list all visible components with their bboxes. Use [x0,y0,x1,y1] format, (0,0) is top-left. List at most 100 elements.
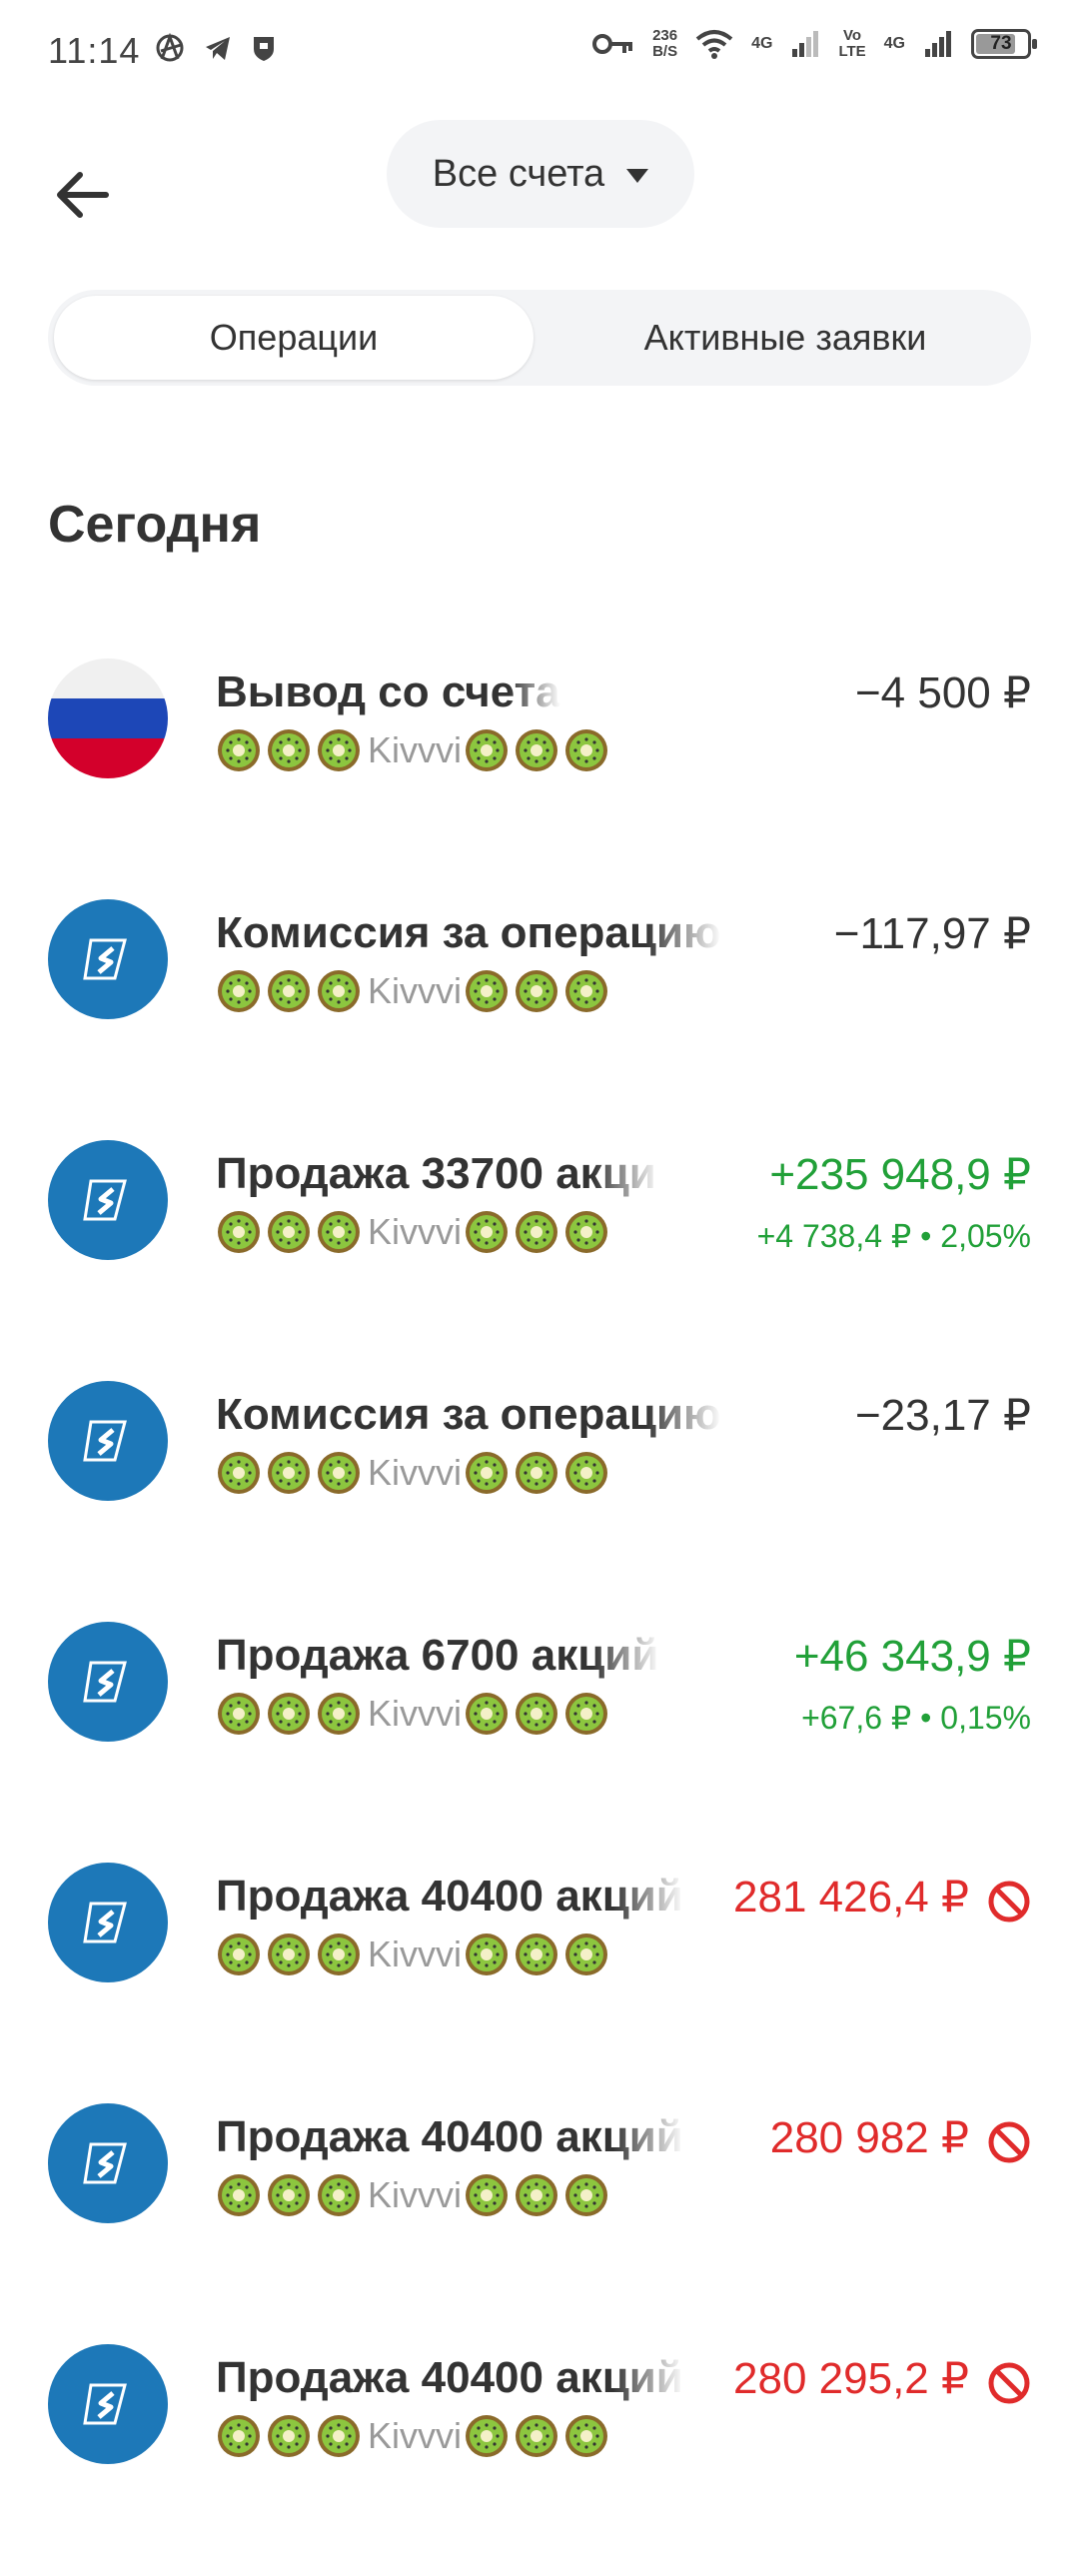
operation-amount: 280 982 ₽ [769,2113,969,2162]
operation-account: Kivvvi [216,1932,613,1977]
operation-account: Kivvvi [216,2413,613,2459]
operation-amount: 280 295,2 ₽ [733,2354,969,2403]
kiwi-emoji-icon [514,1932,559,1977]
kiwi-emoji-icon [266,2172,312,2218]
operation-account: Kivvvi [216,727,613,773]
tab-operations[interactable]: Операции [54,296,534,380]
section-title: Сегодня [48,496,262,554]
company-logo-icon [48,899,168,1019]
operations-list: Вывод со счета Kivvvi −4 500 ₽ Комиссия за … [0,649,1079,2576]
arrow-left-icon [57,172,109,218]
kiwi-emoji-icon [316,1932,362,1977]
operation-title: Продажа 6700 акций АО [216,1631,659,1680]
kiwi-emoji-icon [563,1450,609,1496]
telegram-icon [206,37,230,60]
kiwi-emoji-icon [316,1450,362,1496]
operation-amount: −4 500 ₽ [854,668,1031,717]
operation-amount: +46 343,9 ₽ [793,1632,1031,1681]
account-name: Kivvvi [368,1933,463,1974]
kiwi-emoji-icon [266,1691,312,1737]
company-logo-icon [48,1863,168,1982]
kiwi-emoji-icon [464,1450,510,1496]
kiwi-emoji-icon [464,1932,510,1977]
wifi-icon [695,30,733,59]
status-time: 11:14 [48,30,141,71]
operation-title: Продажа 33700 акций [216,1149,659,1198]
company-logo-icon [48,1622,168,1742]
kiwi-emoji-icon [464,727,510,773]
operation-row[interactable]: Комиссия за операцию Kivvvi −117,97 ₽ [0,890,1079,1131]
operation-account: Kivvvi [216,2172,613,2218]
cancelled-icon [987,2120,1031,2164]
anarchy-icon [156,33,184,62]
operation-row[interactable]: Продажа 40400 акций Kivvvi 280 295,2 ₽ [0,2335,1079,2576]
tab-bar: Операции Активные заявки [48,290,1031,386]
operation-account: Kivvvi [216,1209,613,1255]
account-selector[interactable]: Все счета [387,120,694,228]
kiwi-emoji-icon [514,727,559,773]
cancelled-icon [987,2361,1031,2405]
operation-title: Комиссия за операцию [216,1390,721,1439]
kiwi-emoji-icon [514,1691,559,1737]
kiwi-emoji-icon [216,727,262,773]
operation-amount: +235 948,9 ₽ [769,1150,1031,1199]
company-logo-icon [48,1140,168,1260]
operation-row[interactable]: Комиссия за операцию Kivvvi −23,17 ₽ [0,1372,1079,1613]
key-icon [592,34,633,54]
russia-flag-icon [48,658,168,778]
account-selector-label: Все счета [432,152,605,195]
operation-row[interactable]: Вывод со счета Kivvvi −4 500 ₽ [0,649,1079,890]
kiwi-emoji-icon [464,1209,510,1255]
kiwi-emoji-icon [216,1691,262,1737]
back-button[interactable] [48,160,118,230]
operation-row[interactable]: Продажа 6700 акций АО Kivvvi +46 343,9 ₽ +6… [0,1613,1079,1854]
company-logo-icon [48,2344,168,2464]
kiwi-emoji-icon [216,1450,262,1496]
status-bar: 11:14 236 B/S 4G Vo LTE 4G 73 [0,0,1079,110]
kiwi-emoji-icon [563,1932,609,1977]
kiwi-emoji-icon [563,2172,609,2218]
network-1: 4G [751,35,773,52]
kiwi-emoji-icon [216,2172,262,2218]
kiwi-emoji-icon [266,727,312,773]
operation-amount: 281 426,4 ₽ [733,1873,969,1922]
battery-level: 73 [990,33,1012,54]
kiwi-emoji-icon [216,968,262,1014]
account-name: Kivvvi [368,970,463,1011]
kiwi-emoji-icon [563,727,609,773]
company-logo-icon [48,1381,168,1501]
operation-row[interactable]: Продажа 33700 акций Kivvvi +235 948,9 ₽ +4 … [0,1131,1079,1372]
kiwi-emoji-icon [316,727,362,773]
kiwi-emoji-icon [514,2172,559,2218]
operation-amount: −23,17 ₽ [854,1391,1031,1440]
signal-icon [792,31,819,57]
operation-title: Продажа 40400 акций [216,1872,683,1921]
account-name: Kivvvi [368,2174,463,2215]
kiwi-emoji-icon [266,1209,312,1255]
account-name: Kivvvi [368,729,463,770]
operation-title: Вывод со счета [216,667,560,716]
kiwi-emoji-icon [563,1691,609,1737]
signal-icon [925,31,951,57]
caret-down-icon [626,169,649,183]
operation-row[interactable]: Продажа 40400 акций Kivvvi 281 426,4 ₽ [0,1854,1079,2094]
volte-bottom: LTE [838,43,866,60]
kiwi-emoji-icon [464,968,510,1014]
kiwi-emoji-icon [464,1691,510,1737]
tab-active-orders[interactable]: Активные заявки [545,296,1025,380]
kiwi-emoji-icon [514,1209,559,1255]
operation-account: Kivvvi [216,1691,613,1737]
account-name: Kivvvi [368,1693,463,1734]
operation-amount: −117,97 ₽ [833,909,1031,958]
kiwi-emoji-icon [316,968,362,1014]
operation-title: Комиссия за операцию [216,908,721,957]
operation-title: Продажа 40400 акций [216,2353,683,2402]
kiwi-emoji-icon [464,2413,510,2459]
kiwi-emoji-icon [316,1209,362,1255]
kiwi-emoji-icon [316,2413,362,2459]
operation-row[interactable]: Продажа 40400 акций Kivvvi 280 982 ₽ [0,2094,1079,2335]
kiwi-emoji-icon [464,2172,510,2218]
operation-yield: +4 738,4 ₽ • 2,05% [756,1218,1031,1254]
account-name: Kivvvi [368,1452,463,1493]
cancelled-icon [987,1880,1031,1924]
